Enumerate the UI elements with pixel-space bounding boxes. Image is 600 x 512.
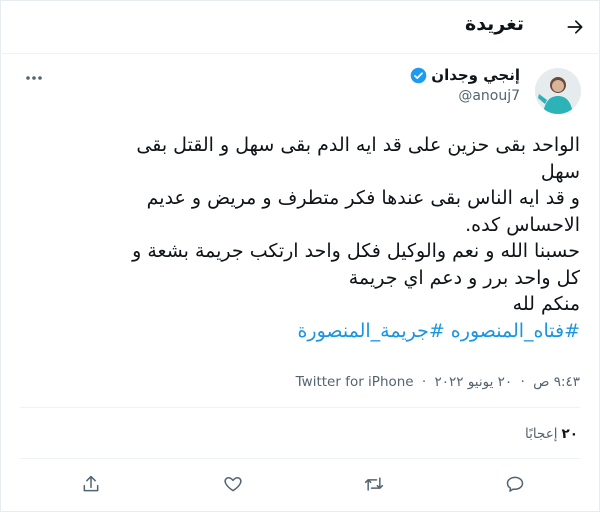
reply-button[interactable] [503,472,527,496]
verified-badge-icon [410,67,427,84]
meta-separator: · [520,374,525,390]
action-bar [0,468,600,500]
tweet-source[interactable]: Twitter for iPhone [296,374,414,390]
share-button[interactable] [79,472,103,496]
divider [20,458,580,459]
display-name[interactable]: إنجي وجدان [431,66,520,84]
avatar[interactable] [535,68,581,114]
page-title: تغريدة [464,13,524,35]
header-bar: تغريدة [0,0,600,54]
likes-label: إعجابًا [525,426,558,442]
divider [20,407,580,408]
retweet-icon [363,474,385,494]
tweet-meta: ٩:٤٣ ص · ٢٠ يونيو ٢٠٢٢ · Twitter for iPh… [296,374,580,390]
tweet-date[interactable]: ٢٠ يونيو ٢٠٢٢ [435,374,513,390]
more-dots-icon [25,75,43,81]
arrow-right-icon [565,17,585,37]
tweet-line: كل واحد برر و دعم اي جريمة [348,266,580,289]
author-name-row[interactable]: إنجي وجدان [410,66,520,84]
more-options-button[interactable] [22,68,46,88]
like-icon [223,474,243,494]
likes-stat[interactable]: ٢٠إعجابًا [525,426,578,442]
tweet-time[interactable]: ٩:٤٣ ص [533,374,580,390]
tweet-line: سهل [540,160,580,183]
retweet-button[interactable] [362,472,386,496]
likes-count: ٢٠ [561,426,578,442]
tweet-text: الواحد بقى حزين على قد ايه الدم بقى سهل … [18,132,580,344]
like-button[interactable] [221,472,245,496]
tweet-line: منكم لله [512,293,580,315]
share-icon [81,474,101,494]
tweet-line: الواحد بقى حزين على قد ايه الدم بقى سهل … [136,134,580,156]
meta-separator: · [421,374,427,390]
avatar-image [535,68,581,114]
tweet-line: و قد ايه الناس بقى عندها فكر متطرف و مري… [146,187,580,209]
tweet-line: الاحساس كده. [465,213,580,236]
hashtag-links[interactable]: #فتاه_المنصوره #جريمة_المنصورة [18,318,580,345]
author-handle[interactable]: @anouj7 [458,88,520,104]
back-button[interactable] [560,12,590,42]
reply-icon [505,474,525,494]
tweet-line: حسبنا الله و نعم والوكيل فكل واحد ارتكب … [132,240,580,262]
